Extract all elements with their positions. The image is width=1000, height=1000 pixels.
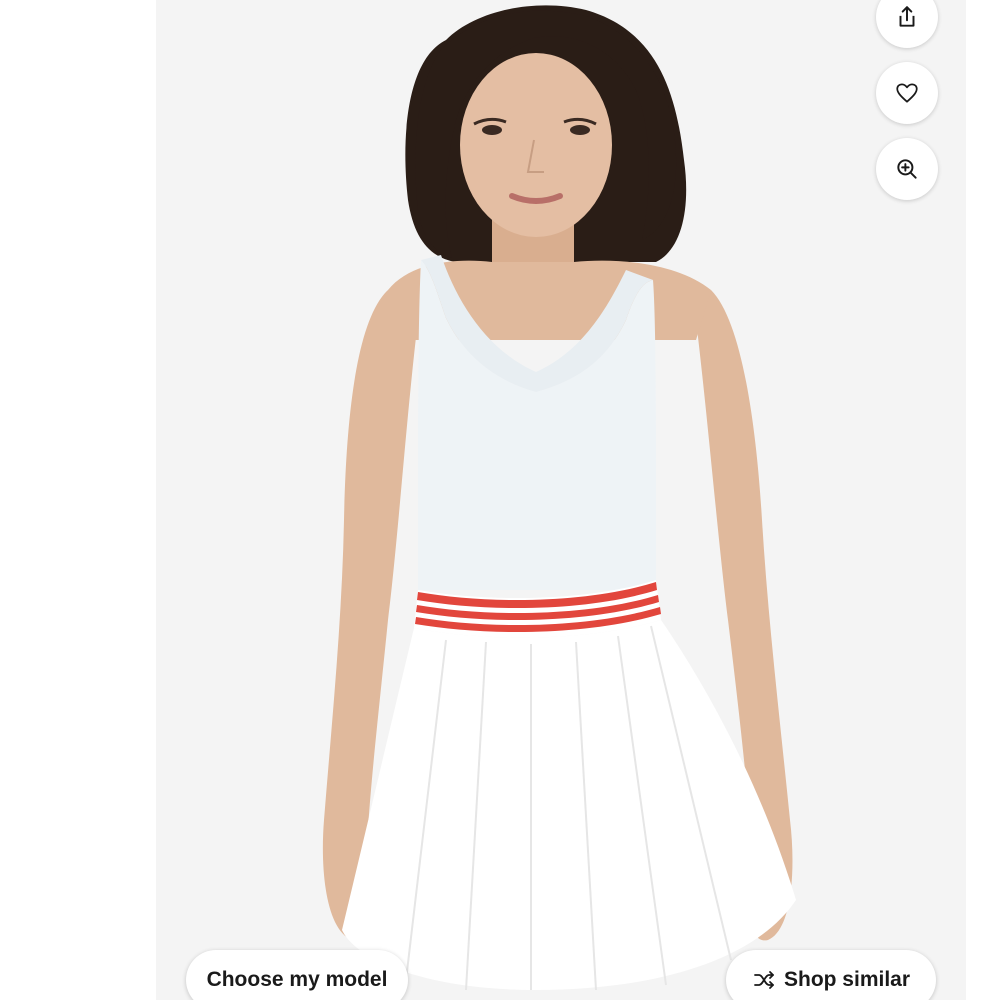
shop-similar-label: Shop similar xyxy=(783,968,911,991)
zoom-button[interactable] xyxy=(876,138,938,200)
shop-similar-button[interactable]: Shop similar xyxy=(726,950,936,1000)
choose-model-label: Choose my model xyxy=(206,968,388,991)
zoom-in-icon xyxy=(897,159,917,179)
product-image-viewer: Choose my model Shop similar xyxy=(0,0,1000,1000)
model-illustration xyxy=(156,0,966,1000)
shuffle-icon xyxy=(752,968,776,992)
favorite-button[interactable] xyxy=(876,62,938,124)
share-icon xyxy=(899,6,915,27)
heart-icon xyxy=(896,83,918,103)
product-photo[interactable] xyxy=(156,0,966,1000)
choose-model-button[interactable]: Choose my model xyxy=(186,950,408,1000)
